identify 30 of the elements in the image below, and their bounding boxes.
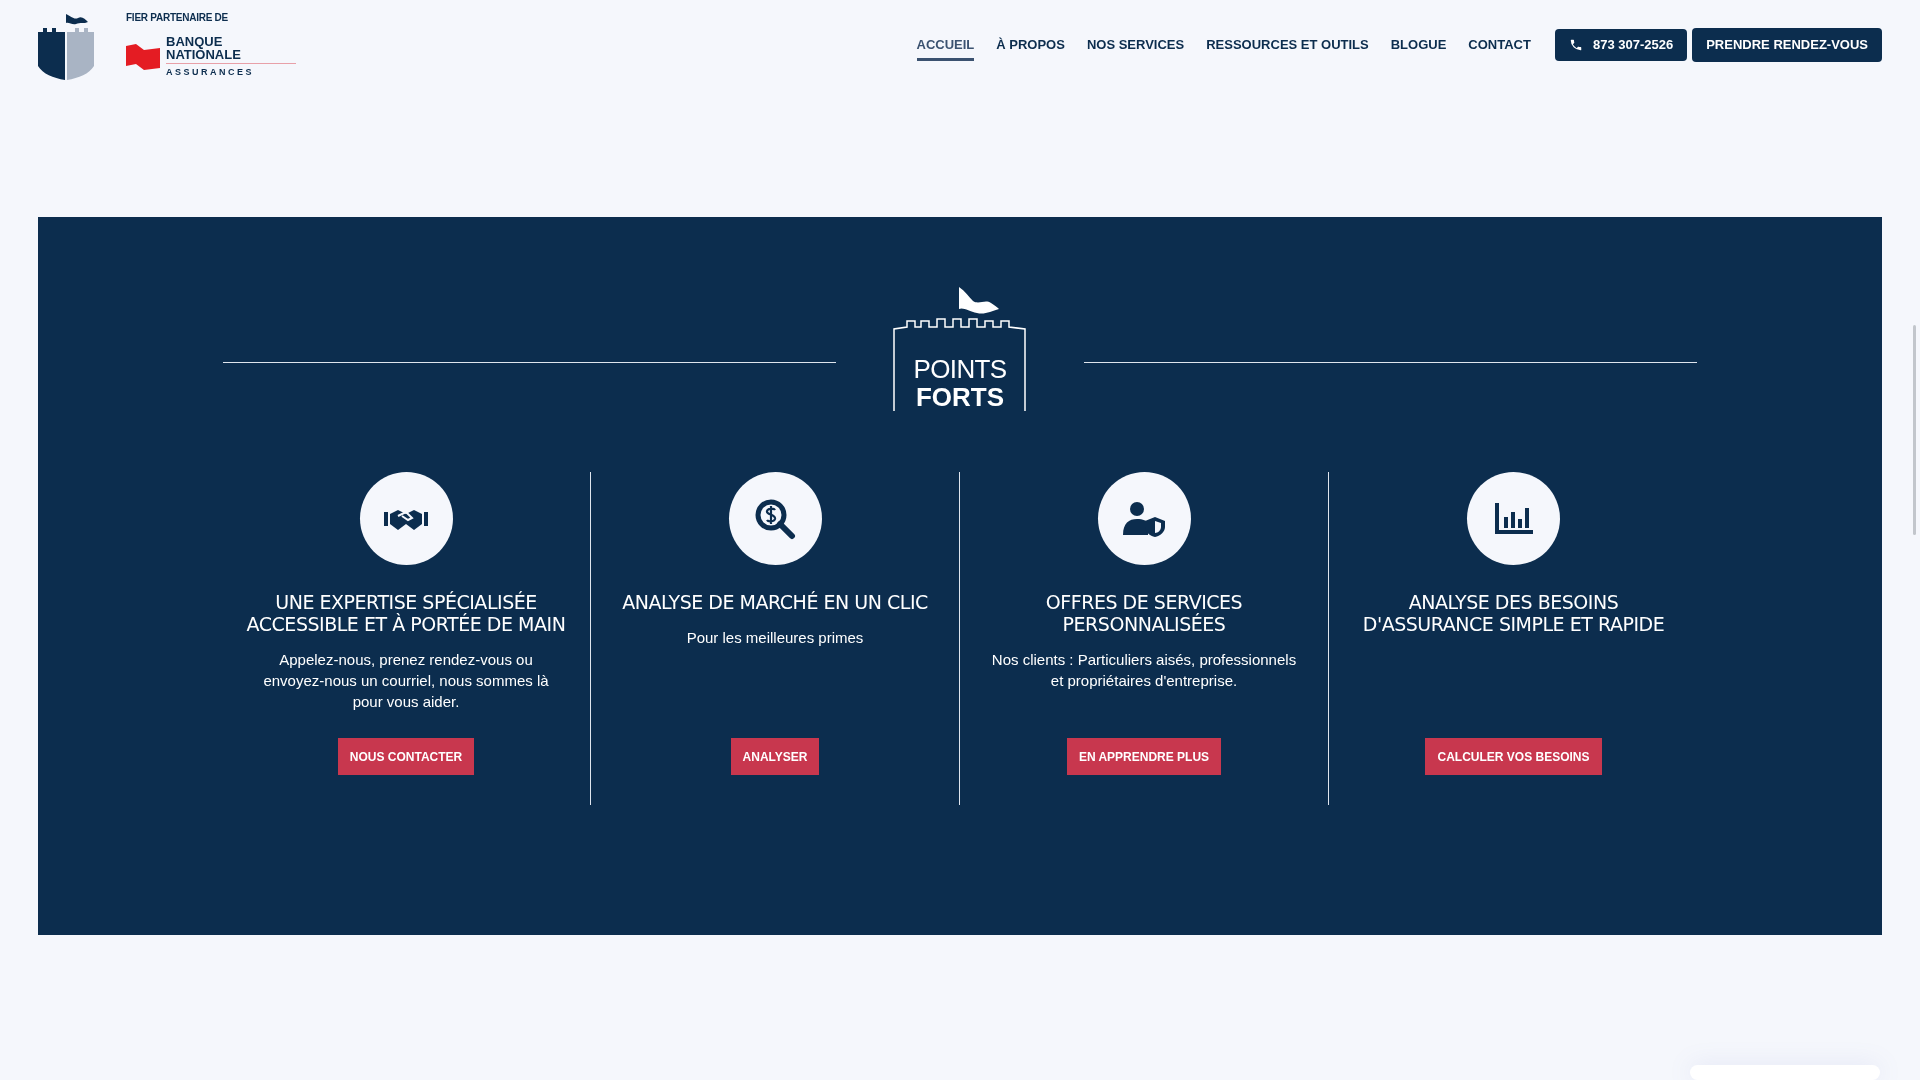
- castle-emblem-drawing: POINTS FORTS: [893, 287, 1027, 417]
- nav-link[interactable]: ACCUEIL: [916, 35, 975, 61]
- phone-icon: [1568, 38, 1583, 52]
- partner-label: FIER PARTENAIRE DE: [126, 11, 229, 26]
- feature-description: Appelez-nous, prenez rendez-vous ou envoyez-nous un courriel, nous sommes là pour vous aider.: [262, 650, 550, 712]
- feature-description: Nos clients : Particuliers aisés, professionnels et propriétaires d'entreprise.: [990, 650, 1298, 691]
- feature-button[interactable]: NOUS CONTACTER: [337, 738, 475, 775]
- nav-link[interactable]: À PROPOS: [996, 35, 1065, 61]
- bank-name: BANQUE NATIONALE: [166, 35, 242, 62]
- feature-button[interactable]: EN APPRENDRE PLUS: [1066, 738, 1222, 775]
- feature-description: Pour les meilleures primes: [685, 628, 865, 648]
- feature-heading: OFFRES DE SERVICES PERSONNALISÉES: [1045, 591, 1243, 635]
- bar-chart-icon: [1494, 502, 1533, 535]
- nav-link[interactable]: BLOGUE: [1390, 35, 1447, 61]
- feature-heading: ANALYSE DES BESOINS D'ASSURANCE SIMPLE ET RAPIDE: [1362, 591, 1665, 635]
- feature-button[interactable]: ANALYSER: [730, 738, 820, 775]
- bank-division: ASSURANCES: [166, 66, 255, 80]
- dollar-search-icon: [754, 497, 796, 540]
- bank-flag-logo-icon: [126, 43, 160, 72]
- nav-link[interactable]: RESSOURCES ET OUTILS: [1206, 35, 1369, 61]
- user-shield-icon: [1123, 500, 1165, 537]
- feature-heading: UNE EXPERTISE SPÉCIALISÉE ACCESSIBLE ET À PORTÉE DE MAIN: [246, 591, 566, 635]
- scrollbar-thumb[interactable]: [1913, 325, 1916, 535]
- nav-link[interactable]: CONTACT: [1468, 35, 1531, 61]
- feature-heading: ANALYSE DE MARCHÉ EN UN CLIC: [622, 591, 928, 613]
- nav-link[interactable]: NOS SERVICES: [1086, 35, 1185, 61]
- appointment-button[interactable]: PRENDRE RENDEZ-VOUS: [1692, 28, 1882, 62]
- phone-button[interactable]: 873 307-2526: [1554, 29, 1688, 61]
- feature-button[interactable]: CALCULER VOS BESOINS: [1425, 738, 1602, 775]
- castle-logo-icon[interactable]: [38, 14, 94, 80]
